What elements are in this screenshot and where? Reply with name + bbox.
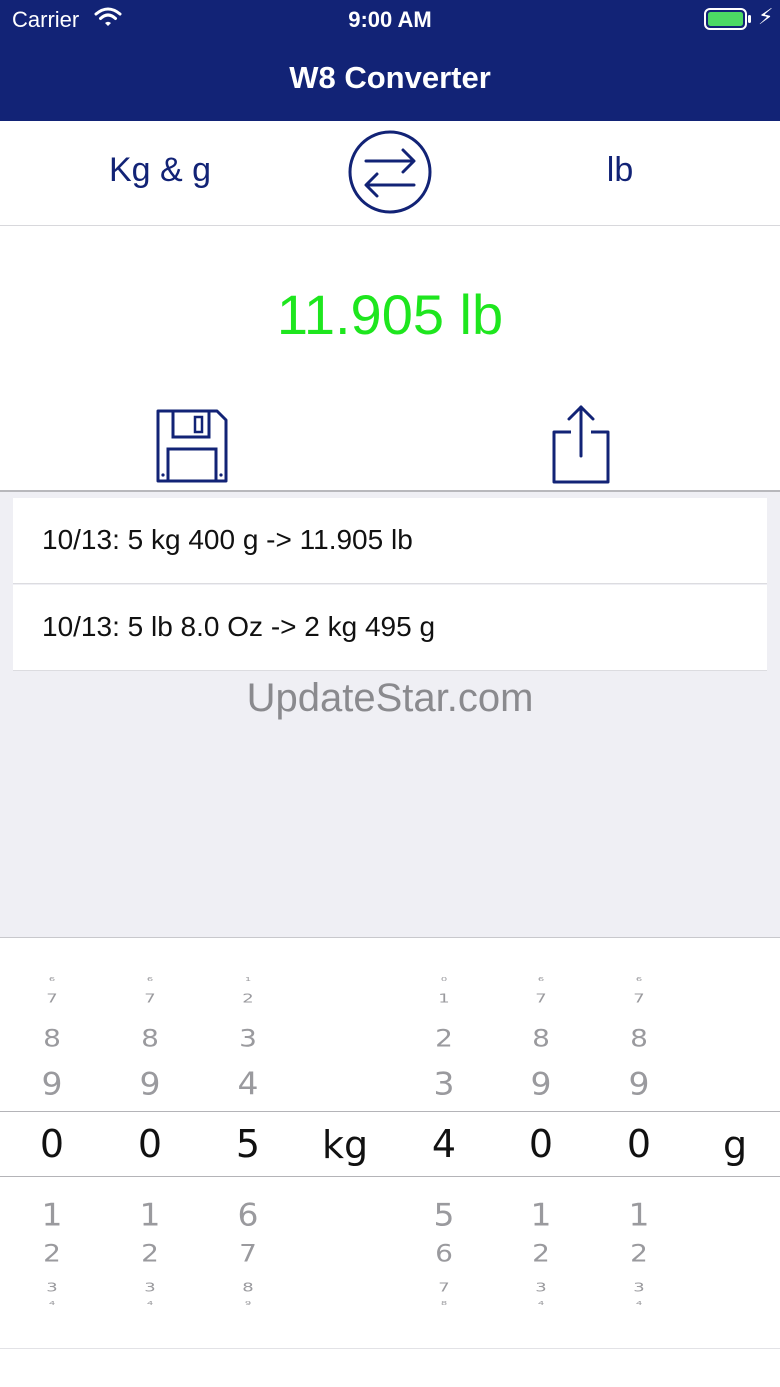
g-tens-wheel[interactable]: 6 7 8 9 0 1 2 3 4 — [511, 938, 571, 1387]
picker-digit: 8 — [43, 1024, 61, 1053]
picker-digit: 5 — [433, 1195, 455, 1234]
battery-icon — [704, 8, 752, 35]
navigation-bar: Carrier 9:00 AM ⚡ W8 Converter — [0, 0, 780, 121]
save-button[interactable] — [155, 408, 229, 484]
picker-digit: 8 — [630, 1024, 648, 1053]
picker-digit: 3 — [144, 1280, 156, 1295]
history-row-text: 10/13: 5 lb 8.0 Oz -> 2 kg 495 g — [42, 611, 436, 642]
page-title: W8 Converter — [289, 60, 491, 95]
picker-digit: 2 — [532, 1239, 550, 1268]
picker-digit: 6 — [48, 976, 56, 983]
picker-selected-digit: 0 — [528, 1122, 554, 1166]
kg-hundreds-wheel[interactable]: 6 7 8 9 0 1 2 3 4 — [22, 938, 82, 1387]
share-button[interactable] — [550, 404, 612, 486]
picker-digit: 3 — [46, 1280, 58, 1295]
picker-digit: 1 — [628, 1195, 650, 1234]
watermark: UpdateStar.com — [246, 676, 534, 720]
picker-digit: 9 — [244, 1300, 252, 1307]
picker-digit: 9 — [530, 1064, 552, 1103]
picker-digit: 7 — [239, 1239, 257, 1268]
picker-digit: 4 — [237, 1064, 259, 1103]
status-bar: Carrier 9:00 AM ⚡ — [0, 0, 780, 40]
picker-unit-g: g — [723, 1123, 748, 1167]
picker-digit: 2 — [435, 1024, 453, 1053]
picker-digit: 3 — [535, 1280, 547, 1295]
kg-ones-wheel[interactable]: 1 2 3 4 5 6 7 8 9 — [218, 938, 278, 1387]
picker-digit: 7 — [46, 991, 58, 1006]
picker-unit-kg: kg — [322, 1123, 369, 1167]
to-unit-button[interactable]: lb — [520, 151, 720, 190]
picker-digit: 7 — [535, 991, 547, 1006]
picker-selected-digit: 0 — [39, 1122, 65, 1166]
picker-digit: 3 — [239, 1024, 257, 1053]
picker-digit: 6 — [237, 1195, 259, 1234]
picker-digit: 7 — [144, 991, 156, 1006]
picker-digit: 6 — [146, 976, 154, 983]
picker-selected-digit: 0 — [137, 1122, 163, 1166]
picker-digit: 6 — [537, 976, 545, 983]
picker-digit: 9 — [41, 1064, 63, 1103]
picker-digit: 0 — [440, 976, 448, 983]
picker-digit: 8 — [532, 1024, 550, 1053]
picker-digit: 4 — [48, 1300, 56, 1307]
g-ones-wheel[interactable]: 6 7 8 9 0 1 2 3 4 — [609, 938, 669, 1387]
floppy-disk-icon — [156, 409, 228, 483]
picker-bottom-line — [0, 1348, 780, 1349]
picker-digit: 1 — [244, 976, 252, 983]
picker-digit: 7 — [438, 1280, 450, 1295]
picker-digit: 7 — [633, 991, 645, 1006]
weight-picker: 6 7 8 9 0 1 2 3 4 6 7 8 9 0 1 2 3 4 1 2 3 4 5 6 7 8 9 0 1 2 3 4 5 6 7 8 6 7 8 9… — [0, 937, 780, 1387]
picker-digit: 9 — [628, 1064, 650, 1103]
picker-digit: 2 — [630, 1239, 648, 1268]
picker-digit: 4 — [635, 1300, 643, 1307]
unit-selector: Kg & g lb — [0, 121, 780, 226]
picker-digit: 8 — [440, 1300, 448, 1307]
picker-digit: 8 — [141, 1024, 159, 1053]
history-row-text: 10/13: 5 kg 400 g -> 11.905 lb — [42, 524, 413, 555]
share-icon — [552, 405, 610, 484]
clock: 9:00 AM — [348, 7, 432, 32]
picker-digit: 2 — [242, 991, 254, 1006]
picker-digit: 2 — [43, 1239, 61, 1268]
history-row[interactable]: 10/13: 5 kg 400 g -> 11.905 lb — [13, 498, 767, 584]
from-unit-button[interactable]: Kg & g — [60, 151, 260, 190]
picker-selected-digit: 4 — [431, 1122, 457, 1166]
picker-digit: 1 — [41, 1195, 63, 1234]
swap-units-button[interactable] — [347, 129, 433, 215]
swap-arrows-icon — [348, 130, 432, 214]
picker-digit: 1 — [139, 1195, 161, 1234]
picker-digit: 8 — [242, 1280, 254, 1295]
conversion-result: 11.905 lb — [276, 283, 504, 346]
picker-digit: 9 — [139, 1064, 161, 1103]
picker-digit: 1 — [530, 1195, 552, 1234]
picker-digit: 3 — [633, 1280, 645, 1295]
picker-digit: 4 — [537, 1300, 545, 1307]
picker-digit: 3 — [433, 1064, 455, 1103]
history-row[interactable]: 10/13: 5 lb 8.0 Oz -> 2 kg 495 g — [13, 585, 767, 671]
history-list: 10/13: 5 kg 400 g -> 11.905 lb 10/13: 5 … — [0, 490, 780, 937]
picker-digit: 2 — [141, 1239, 159, 1268]
charging-icon: ⚡ — [758, 4, 774, 29]
picker-digit: 6 — [635, 976, 643, 983]
picker-digit: 6 — [435, 1239, 453, 1268]
picker-selected-digit: 0 — [626, 1122, 652, 1166]
g-hundreds-wheel[interactable]: 0 1 2 3 4 5 6 7 8 — [414, 938, 474, 1387]
kg-tens-wheel[interactable]: 6 7 8 9 0 1 2 3 4 — [120, 938, 180, 1387]
picker-selected-digit: 5 — [235, 1122, 261, 1166]
picker-digit: 4 — [146, 1300, 154, 1307]
picker-digit: 1 — [438, 991, 450, 1006]
